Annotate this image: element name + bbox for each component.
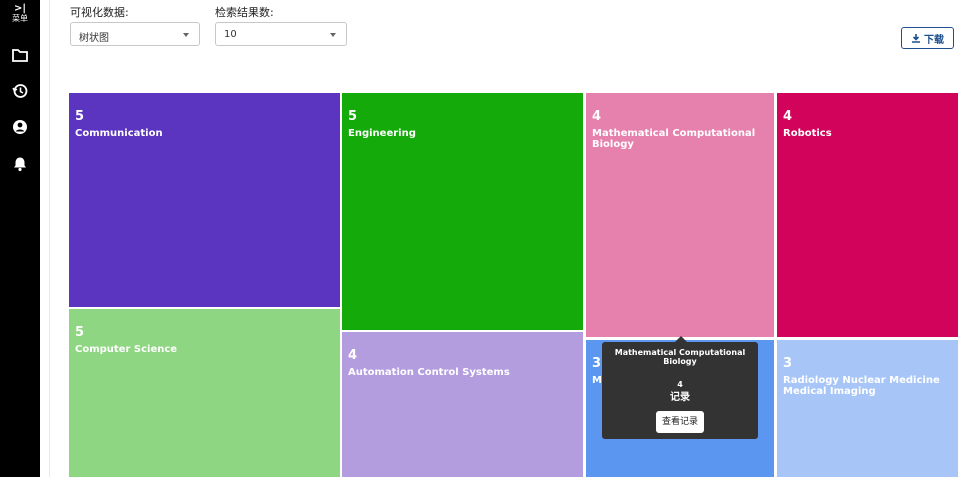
view-records-button[interactable]: 查看记录 bbox=[656, 411, 704, 433]
tile-label: Communication bbox=[75, 128, 163, 139]
tile-count: 3 bbox=[592, 356, 602, 371]
tile-label: Mathematical Computational Biology bbox=[592, 128, 756, 150]
tile-label: Robotics bbox=[783, 128, 832, 139]
tile-count: 5 bbox=[75, 109, 85, 124]
tile-label: Automation Control Systems bbox=[348, 367, 510, 378]
tile-count: 4 bbox=[348, 348, 358, 363]
tile-label: Engineering bbox=[348, 128, 416, 139]
tile-count: 4 bbox=[783, 109, 793, 124]
tooltip-unit: 记录 bbox=[670, 392, 690, 403]
tooltip-title: Mathematical Computational Biology bbox=[614, 348, 746, 366]
tile-count: 5 bbox=[348, 109, 358, 124]
tooltip-arrow bbox=[675, 336, 687, 342]
treemap-tile[interactable]: 5 Computer Science bbox=[69, 309, 340, 477]
treemap-tile[interactable]: 5 Engineering bbox=[342, 93, 583, 330]
tile-count: 3 bbox=[783, 356, 793, 371]
treemap-tile[interactable]: 5 Communication bbox=[69, 93, 340, 307]
tile-count: 4 bbox=[592, 109, 602, 124]
treemap-tile[interactable]: 3 Radiology Nuclear Medicine Medical Imag… bbox=[777, 340, 958, 477]
tile-label: Radiology Nuclear Medicine Medical Imagi… bbox=[783, 375, 940, 397]
treemap-tile[interactable]: 4 Mathematical Computational Biology bbox=[586, 93, 774, 337]
tile-count: 5 bbox=[75, 325, 85, 340]
treemap-tile[interactable]: 4 Automation Control Systems bbox=[342, 332, 583, 477]
tile-tooltip: Mathematical Computational Biology 4 记录 … bbox=[602, 336, 758, 439]
treemap-tile[interactable]: 4 Robotics bbox=[777, 93, 958, 337]
treemap-chart: 5 Communication 5 Computer Science 5 Engineer… bbox=[0, 0, 975, 477]
tile-label: Computer Science bbox=[75, 344, 178, 355]
